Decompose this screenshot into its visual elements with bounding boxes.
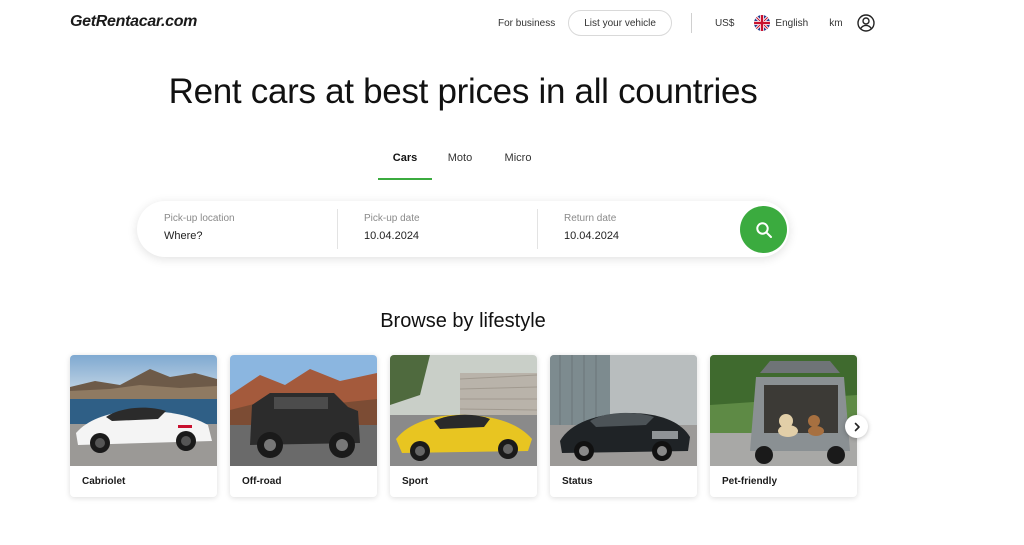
pickup-date-field[interactable]: Pick-up date 10.04.2024	[337, 201, 537, 257]
currency-selector[interactable]: US$	[715, 18, 734, 29]
carousel-next-button[interactable]	[845, 415, 868, 438]
card-label: Pet-friendly	[722, 476, 778, 487]
lifestyle-cards: Cabriolet Off-road Sport Status Pet-frie…	[70, 355, 870, 497]
card-label: Sport	[402, 476, 429, 487]
return-date-value: 10.04.2024	[564, 230, 620, 242]
pickup-date-value: 10.04.2024	[364, 230, 420, 242]
user-icon	[856, 14, 875, 32]
lifestyle-card-pet-friendly[interactable]: Pet-friendly	[710, 355, 857, 497]
lifestyle-card-off-road[interactable]: Off-road	[230, 355, 377, 497]
units-selector[interactable]: km	[829, 18, 842, 29]
pickup-date-label: Pick-up date	[364, 213, 420, 224]
sport-image	[390, 355, 537, 466]
tab-cars[interactable]: Cars	[378, 152, 432, 180]
pickup-location-field[interactable]: Pick-up location Where?	[137, 201, 337, 257]
search-bar: Pick-up location Where? Pick-up date 10.…	[137, 201, 789, 257]
card-label: Status	[562, 476, 593, 487]
lifestyle-card-sport[interactable]: Sport	[390, 355, 537, 497]
off-road-image	[230, 355, 377, 466]
search-icon	[755, 221, 772, 238]
chevron-right-icon	[854, 422, 860, 431]
pickup-location-value: Where?	[164, 230, 203, 242]
pickup-location-label: Pick-up location	[164, 213, 235, 224]
language-selector[interactable]: English	[754, 15, 808, 31]
return-date-label: Return date	[564, 213, 617, 224]
lifestyle-card-status[interactable]: Status	[550, 355, 697, 497]
list-vehicle-button[interactable]: List your vehicle	[568, 10, 672, 36]
card-label: Off-road	[242, 476, 282, 487]
uk-flag-icon	[754, 15, 771, 31]
lifestyle-section-title: Browse by lifestyle	[380, 310, 546, 332]
page-title: Rent cars at best prices in all countrie…	[168, 72, 758, 111]
card-label: Cabriolet	[82, 476, 126, 487]
status-image	[550, 355, 697, 466]
tab-micro[interactable]: Micro	[488, 152, 548, 180]
lifestyle-card-cabriolet[interactable]: Cabriolet	[70, 355, 217, 497]
list-vehicle-label: List your vehicle	[584, 17, 656, 29]
account-button[interactable]	[856, 14, 875, 32]
return-date-field[interactable]: Return date 10.04.2024	[537, 201, 737, 257]
tab-moto[interactable]: Moto	[432, 152, 488, 180]
nav-divider	[690, 13, 692, 33]
logo[interactable]: GetRentacar.com	[70, 13, 197, 31]
search-button[interactable]	[740, 206, 787, 253]
language-label: English	[775, 17, 809, 29]
pet-friendly-image	[710, 355, 857, 466]
cabriolet-image	[70, 355, 217, 466]
vehicle-type-tabs: Cars Moto Micro	[378, 152, 548, 180]
top-nav: For business List your vehicle US$ Engli…	[498, 10, 875, 36]
for-business-link[interactable]: For business	[498, 18, 555, 29]
